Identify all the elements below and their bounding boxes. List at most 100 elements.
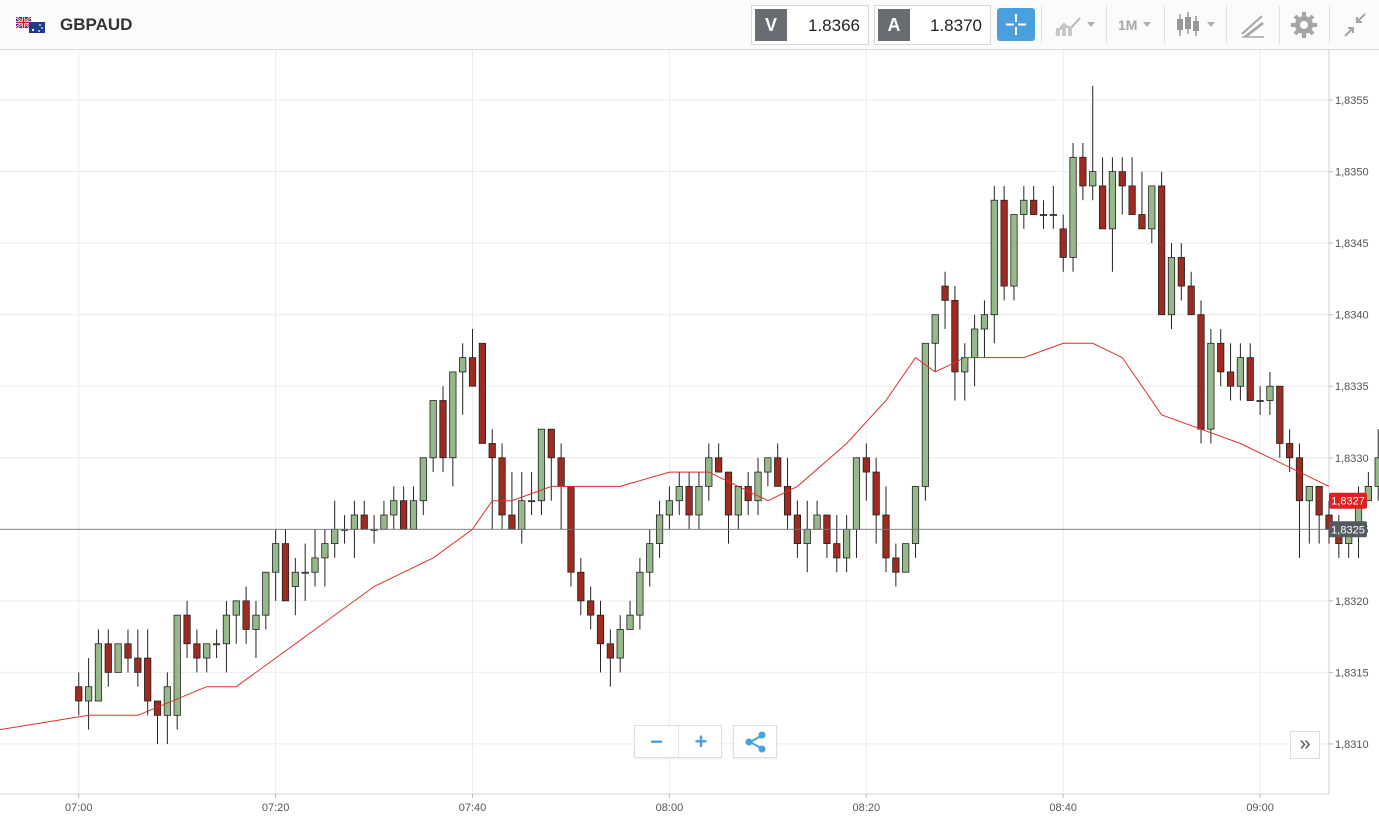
candle-body [508,514,516,530]
timeframe-selector[interactable]: 1M [1118,17,1137,33]
time-tick-label: 07:00 [65,802,93,814]
candle-body [1049,214,1057,216]
sell-price: 1.8366 [808,16,860,35]
candle-body [1315,485,1323,516]
bullish-candle [222,600,231,673]
buy-label: A [878,9,910,41]
bearish-candle [577,557,585,616]
bullish-candle [301,543,309,601]
current-price-marker-text: 1,8327 [1331,496,1365,508]
chart-type-icon[interactable] [1174,10,1222,40]
candle-body [685,485,693,516]
bullish-candle [459,343,467,415]
toolbar-divider [1164,6,1165,44]
price-chart[interactable]: 1,8310 1,8315 1,8320 1,8325 1,8330 1,8335 1,83… [0,50,1379,825]
candle-body [1197,314,1205,430]
settings-icon[interactable] [1290,10,1320,40]
candle-body [577,571,585,602]
bullish-candle [380,500,388,530]
bullish-candle [695,472,703,530]
candle-body [380,514,388,530]
bearish-candle [951,286,959,401]
bullish-candle [311,529,319,587]
candle-body [1158,185,1166,316]
candle-body [124,643,132,659]
bullish-candle [1039,200,1048,229]
candle-body [872,471,880,516]
bullish-candle [1266,371,1274,415]
candle-body [1098,185,1107,230]
candle-body [144,657,152,702]
bullish-candle [961,343,969,401]
bearish-candle [75,672,83,716]
candle-body [75,686,83,702]
bearish-candle [1138,171,1146,230]
candle-body [1030,199,1038,215]
bullish-candle [203,643,211,673]
bullish-candle [754,457,762,515]
toolbar-divider [1041,6,1042,44]
candle-body [212,643,221,646]
candle-body [971,328,979,359]
bearish-candle [715,443,723,473]
candle-body [429,400,437,459]
candle-body [626,614,634,630]
indicators-icon[interactable] [1052,10,1102,40]
bullish-candle [764,457,772,487]
zoom-out-button[interactable]: − [635,726,679,757]
bearish-candle [144,629,152,716]
bullish-candle [429,400,437,473]
bullish-candle [931,314,939,372]
bearish-candle [439,386,447,473]
price-tick-label: 1,8320 [1335,596,1369,608]
candle-body [478,342,486,444]
candle-body [1079,156,1087,187]
bearish-candle [1158,171,1166,316]
chevron-down-icon[interactable] [1141,10,1155,40]
zoom-in-button[interactable]: + [679,726,723,757]
chart-grid [0,50,1329,794]
bearish-candle [1226,343,1235,401]
bullish-candle [843,515,851,573]
bearish-candle [872,457,880,544]
bullish-candle [1236,343,1244,401]
bullish-candle [902,543,910,573]
bullish-candle [626,600,634,630]
candle-body [665,500,674,516]
collapse-icon[interactable] [1341,10,1371,40]
chart-toolbar: GBPAUD V 1.8366 A 1.8370 1M [0,0,1379,50]
bullish-candle [419,457,427,515]
price-tick-label: 1,8335 [1335,381,1369,393]
bullish-candle [163,672,171,744]
candle-body [1069,156,1077,258]
bearish-candle [1059,214,1067,272]
crosshair: 01/04 09:49 [0,528,1329,530]
drawing-tools-icon[interactable] [1238,10,1268,40]
share-button[interactable] [733,725,777,758]
bullish-candle [321,529,329,587]
bullish-candle [232,600,240,644]
candle-body [331,528,339,545]
sell-quote-button[interactable]: V 1.8366 [751,5,869,45]
crosshair-button[interactable] [997,8,1035,41]
candle-body [1167,257,1176,316]
candle-body [301,571,309,574]
bearish-candle [892,543,900,587]
candle-body [488,443,496,459]
candlestick-series [75,85,1379,744]
bearish-candle [941,271,949,329]
time-axis: 07:0007:2007:4008:0008:2008:4009:0009:20… [65,794,1274,814]
bullish-candle [1207,329,1215,444]
buy-quote-button[interactable]: A 1.8370 [874,5,991,45]
candle-body [281,543,290,602]
candle-body [1286,443,1294,459]
candle-body [183,614,191,645]
bullish-candle [94,629,103,702]
time-tick-label: 08:00 [656,802,684,814]
candle-body [222,614,231,645]
scroll-to-latest-button[interactable]: » [1290,731,1320,759]
candle-body [990,199,998,316]
candle-body [311,557,319,573]
time-tick-label: 08:20 [853,802,881,814]
bearish-candle [242,586,250,644]
